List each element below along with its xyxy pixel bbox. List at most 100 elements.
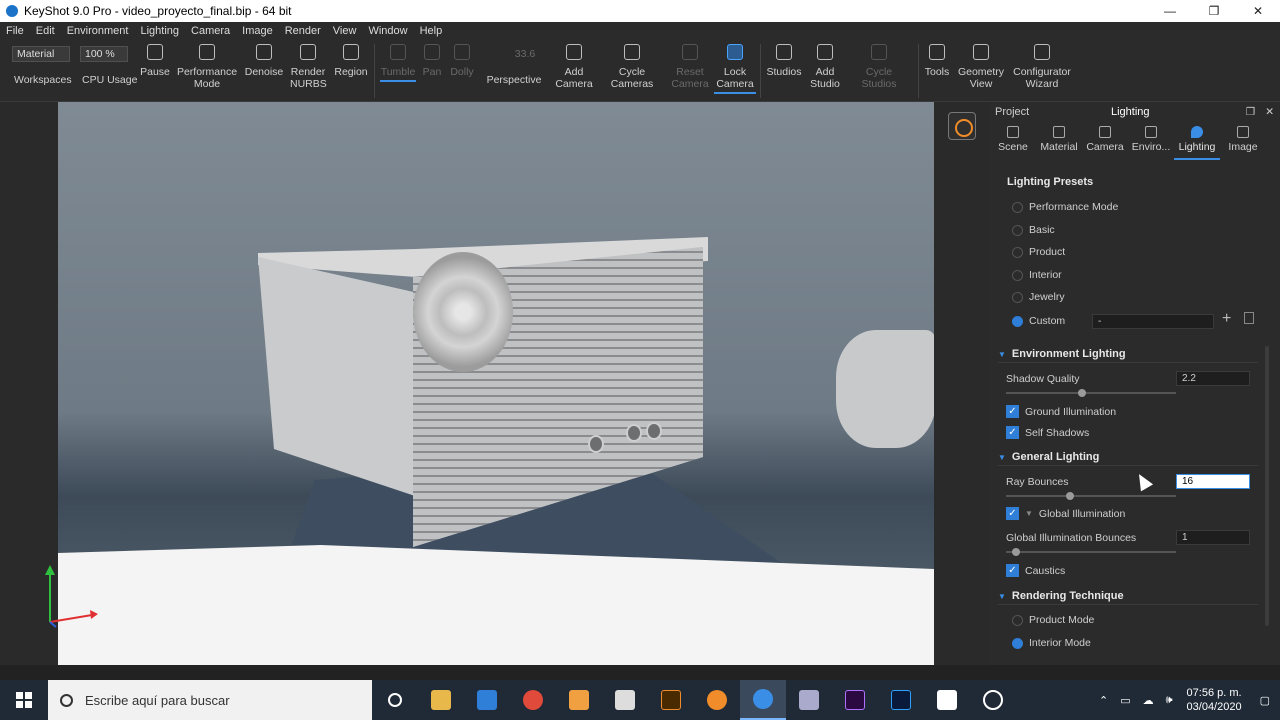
global-illumination-checkbox[interactable]: ✓ ▼ Global Illumination [1006, 507, 1125, 520]
checkmark-icon[interactable]: ✓ [1006, 507, 1019, 520]
preset-custom[interactable]: Custom [1012, 315, 1065, 327]
notifications-icon[interactable]: ▢ [1250, 694, 1280, 707]
blender-icon[interactable] [694, 680, 740, 720]
menu-view[interactable]: View [327, 25, 363, 37]
close-button[interactable]: ✕ [1236, 0, 1280, 22]
cycle-cameras-button[interactable]: Cycle Cameras [606, 44, 658, 90]
reset-camera-button[interactable]: Reset Camera [670, 44, 710, 90]
workspaces-button[interactable]: Workspaces [14, 74, 72, 86]
checkmark-icon[interactable]: ✓ [1006, 405, 1019, 418]
cpu-usage-button[interactable]: CPU Usage [82, 74, 137, 86]
start-button[interactable] [0, 680, 48, 720]
taskbar-search[interactable]: Escribe aquí para buscar [48, 680, 372, 720]
tab-environment[interactable]: Enviro... [1128, 124, 1174, 160]
perspective-button[interactable]: Perspective [486, 74, 542, 86]
ray-bounces-field[interactable]: 16 [1176, 474, 1250, 489]
preset-performance-mode[interactable]: Performance Mode [1012, 201, 1118, 213]
material-select[interactable]: Material [12, 46, 70, 62]
slider-thumb[interactable] [1066, 492, 1074, 500]
general-lighting-group[interactable]: ▼ General Lighting [998, 449, 1258, 466]
illustrator-app-icon[interactable] [556, 680, 602, 720]
menu-window[interactable]: Window [362, 25, 413, 37]
tools-button[interactable]: Tools [922, 44, 952, 78]
shadow-quality-slider[interactable] [1006, 389, 1176, 397]
rendering-technique-group[interactable]: ▼ Rendering Technique [998, 588, 1258, 605]
radio-button[interactable] [1012, 201, 1023, 213]
interior-mode-option[interactable]: Interior Mode [1012, 637, 1091, 649]
delete-preset-icon[interactable] [1244, 312, 1254, 324]
shadow-quality-field[interactable]: 2.2 [1176, 371, 1250, 386]
radio-button[interactable] [1012, 614, 1023, 626]
restore-button[interactable]: ❐ [1192, 0, 1236, 22]
menu-edit[interactable]: Edit [30, 25, 61, 37]
radio-button[interactable] [1012, 269, 1023, 281]
menu-camera[interactable]: Camera [185, 25, 236, 37]
ground-illumination-checkbox[interactable]: ✓ Ground Illumination [1006, 405, 1116, 418]
photos-icon[interactable] [924, 680, 970, 720]
menu-lighting[interactable]: Lighting [134, 25, 185, 37]
tab-scene[interactable]: Scene [990, 124, 1036, 160]
zoom-select[interactable]: 100 % [80, 46, 128, 62]
dolly-button[interactable]: Dolly [448, 44, 476, 78]
slider-thumb[interactable] [1012, 548, 1020, 556]
undock-icon[interactable]: ❐ [1246, 106, 1255, 118]
render-viewport[interactable] [0, 102, 990, 665]
cloud-icon[interactable]: ☁ [1137, 694, 1160, 707]
add-preset-icon[interactable]: + [1222, 310, 1231, 328]
checkmark-icon[interactable]: ✓ [1006, 426, 1019, 439]
studios-button[interactable]: Studios [766, 44, 802, 78]
self-shadows-checkbox[interactable]: ✓ Self Shadows [1006, 426, 1089, 439]
tab-material[interactable]: Material [1036, 124, 1082, 160]
preset-interior[interactable]: Interior [1012, 269, 1062, 281]
preset-basic[interactable]: Basic [1012, 224, 1055, 236]
file-explorer-icon[interactable] [418, 680, 464, 720]
project-label[interactable]: Project [995, 106, 1029, 118]
tab-lighting[interactable]: Lighting [1174, 124, 1220, 160]
gi-bounces-field[interactable]: 1 [1176, 530, 1250, 545]
chevron-up-icon[interactable]: ⌃ [1093, 694, 1114, 707]
settings-app-icon[interactable] [970, 680, 1016, 720]
mail-icon[interactable] [464, 680, 510, 720]
sketchup-icon[interactable] [786, 680, 832, 720]
checkmark-icon[interactable]: ✓ [1006, 564, 1019, 577]
lock-camera-button[interactable]: Lock Camera [714, 44, 756, 94]
menu-image[interactable]: Image [236, 25, 279, 37]
environment-lighting-group[interactable]: ▼ Environment Lighting [998, 346, 1258, 363]
close-panel-icon[interactable]: ✕ [1265, 106, 1274, 118]
denoise-button[interactable]: Denoise [244, 44, 284, 78]
field-of-view-value[interactable]: 33.6 [510, 48, 540, 60]
custom-preset-select[interactable]: - [1092, 314, 1214, 329]
radio-button[interactable] [1012, 315, 1023, 327]
radio-button[interactable] [1012, 224, 1023, 236]
region-button[interactable]: Region [332, 44, 370, 78]
chevron-down-icon[interactable]: ▼ [1025, 509, 1033, 518]
clock[interactable]: 07:56 p. m. 03/04/2020 [1179, 686, 1250, 714]
menu-help[interactable]: Help [414, 25, 449, 37]
render-nurbs-button[interactable]: Render NURBS [290, 44, 327, 90]
panel-scrollbar[interactable] [1265, 346, 1269, 626]
cup-model[interactable] [836, 330, 934, 448]
viewport-orientation-icon[interactable] [948, 112, 976, 140]
menu-environment[interactable]: Environment [61, 25, 135, 37]
preset-product[interactable]: Product [1012, 246, 1065, 258]
volume-icon[interactable]: 🕪 [1160, 694, 1179, 707]
minimize-button[interactable]: — [1148, 0, 1192, 22]
radio-button[interactable] [1012, 246, 1023, 258]
photoshop-icon[interactable] [878, 680, 924, 720]
premiere-icon[interactable] [832, 680, 878, 720]
menu-file[interactable]: File [0, 25, 30, 37]
cycle-studios-button[interactable]: Cycle Studios [856, 44, 902, 90]
performance-mode-button[interactable]: Performance Mode [176, 44, 238, 90]
tab-image[interactable]: Image [1220, 124, 1266, 160]
inkscape-icon[interactable] [602, 680, 648, 720]
pan-button[interactable]: Pan [420, 44, 444, 78]
tumble-button[interactable]: Tumble [380, 44, 416, 82]
radio-button[interactable] [1012, 291, 1023, 303]
tab-camera[interactable]: Camera [1082, 124, 1128, 160]
pause-button[interactable]: Pause [140, 44, 170, 78]
radio-button[interactable] [1012, 637, 1023, 649]
add-studio-button[interactable]: Add Studio [808, 44, 842, 90]
keyshot-taskbar-icon[interactable] [740, 680, 786, 720]
caustics-checkbox[interactable]: ✓ Caustics [1006, 564, 1065, 577]
menu-render[interactable]: Render [279, 25, 327, 37]
